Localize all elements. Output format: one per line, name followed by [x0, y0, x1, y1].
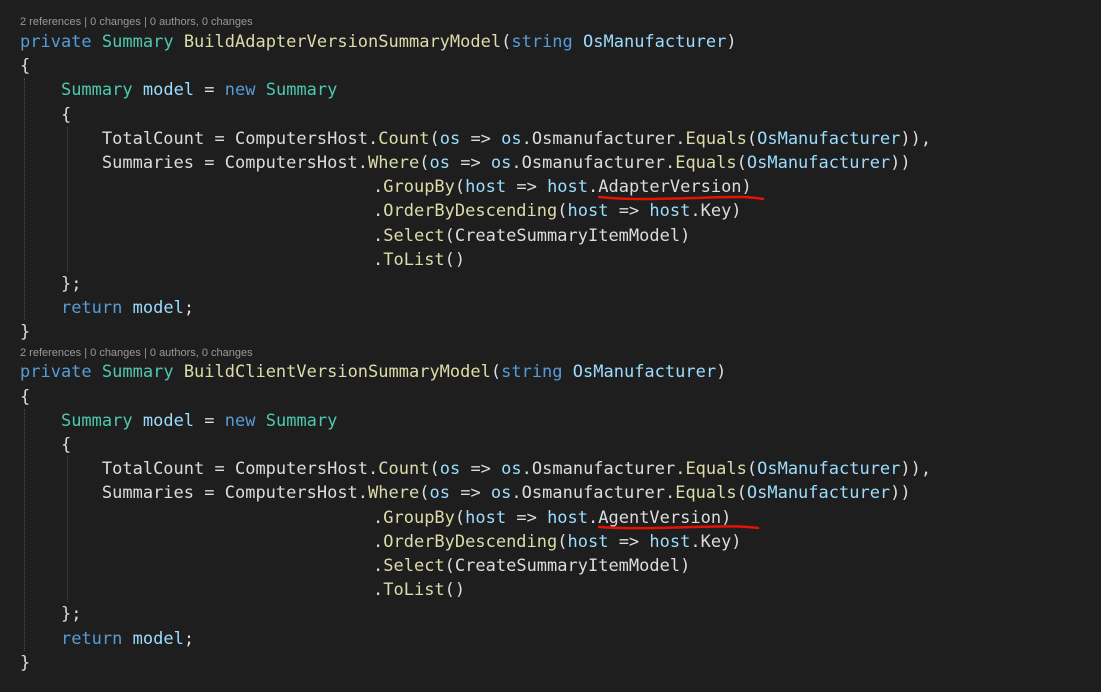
code-line[interactable]: return model; — [20, 296, 194, 320]
code-line[interactable]: { — [20, 103, 71, 127]
code-line[interactable]: .ToList() — [373, 248, 465, 272]
code-line[interactable]: { — [20, 433, 71, 457]
code-line[interactable]: .OrderByDescending(host => host.Key) — [373, 530, 742, 554]
code-line[interactable]: } — [20, 320, 30, 344]
code-line[interactable]: Summary model = new Summary — [20, 409, 337, 433]
code-line[interactable]: TotalCount = ComputersHost.Count(os => o… — [20, 127, 931, 151]
codelens-authors[interactable]: 0 authors, 0 changes — [150, 347, 253, 359]
code-line[interactable]: }; — [20, 602, 81, 626]
code-line[interactable]: .Select(CreateSummaryItemModel) — [373, 224, 690, 248]
indent-guide — [67, 127, 68, 272]
code-line[interactable]: { — [20, 54, 30, 78]
indent-guide — [67, 457, 68, 602]
code-line[interactable]: } — [20, 651, 30, 675]
codelens-references[interactable]: 2 references — [20, 347, 81, 359]
code-line[interactable]: .Select(CreateSummaryItemModel) — [373, 554, 690, 578]
code-line[interactable]: return model; — [20, 627, 194, 651]
method-signature[interactable]: private Summary BuildAdapterVersionSumma… — [20, 30, 737, 54]
error-squiggle — [598, 195, 764, 201]
codelens-authors[interactable]: 0 authors, 0 changes — [150, 16, 253, 28]
code-editor[interactable]: 2 references | 0 changes | 0 authors, 0 … — [0, 0, 1101, 692]
method-signature[interactable]: private Summary BuildClientVersionSummar… — [20, 360, 726, 384]
indent-guide — [24, 78, 25, 320]
error-squiggle — [598, 525, 760, 530]
code-line[interactable]: TotalCount = ComputersHost.Count(os => o… — [20, 457, 931, 481]
code-line[interactable]: Summary model = new Summary — [20, 78, 337, 102]
codelens-changes[interactable]: 0 changes — [90, 347, 141, 359]
codelens-changes[interactable]: 0 changes — [90, 16, 141, 28]
indent-guide — [24, 409, 25, 651]
code-line[interactable]: { — [20, 385, 30, 409]
code-line[interactable]: }; — [20, 272, 81, 296]
codelens: 2 references | 0 changes | 0 authors, 0 … — [20, 347, 253, 359]
codelens-references[interactable]: 2 references — [20, 16, 81, 28]
code-line[interactable]: .OrderByDescending(host => host.Key) — [373, 199, 742, 223]
code-line[interactable]: .ToList() — [373, 578, 465, 602]
codelens: 2 references | 0 changes | 0 authors, 0 … — [20, 16, 253, 28]
code-line[interactable]: Summaries = ComputersHost.Where(os => os… — [20, 481, 911, 505]
code-line[interactable]: Summaries = ComputersHost.Where(os => os… — [20, 151, 911, 175]
